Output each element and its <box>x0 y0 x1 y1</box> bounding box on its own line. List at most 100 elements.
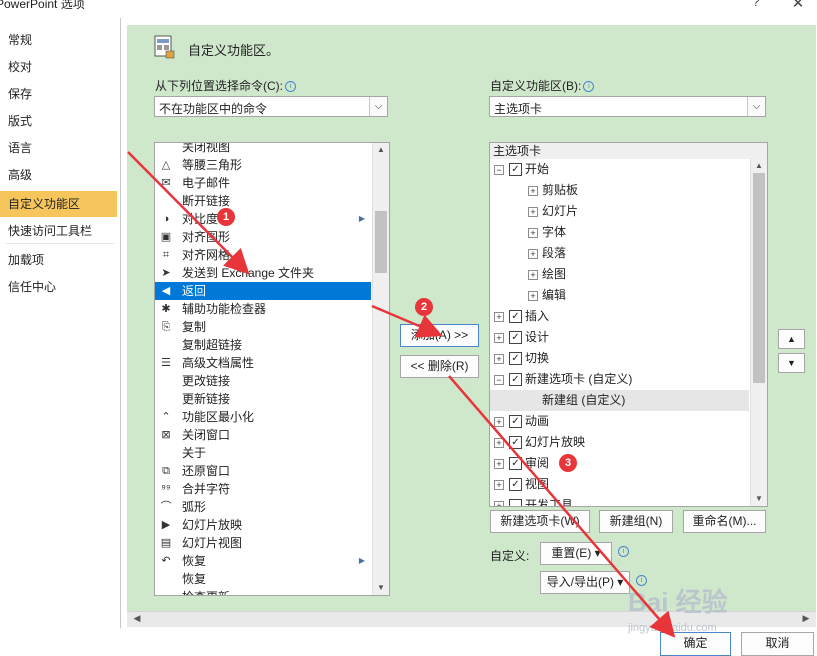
nav-item-trust-center[interactable]: 信任中心 <box>0 274 117 300</box>
command-item[interactable]: ▤ 幻灯片视图 <box>155 534 371 552</box>
commands-list-scrollbar[interactable]: ▲ ▼ <box>372 143 389 595</box>
command-item[interactable]: ◀ 返回 <box>155 282 371 300</box>
add-button[interactable]: 添加(A) >> <box>400 324 479 347</box>
tree-item[interactable]: − ✓ 开始 <box>490 159 749 180</box>
nav-item-proofing[interactable]: 校对 <box>0 54 117 80</box>
command-item[interactable]: ✉ 电子邮件 <box>155 174 371 192</box>
chevron-down-icon[interactable]: ⌵ <box>369 97 387 116</box>
tab-checkbox[interactable] <box>509 499 522 506</box>
ok-button[interactable]: 确定 <box>660 632 731 656</box>
command-item[interactable]: 关闭视图 <box>155 143 371 156</box>
expand-icon[interactable]: + <box>494 501 504 506</box>
scroll-down-icon[interactable]: ▼ <box>751 492 767 506</box>
nav-item-general[interactable]: 常规 <box>0 27 117 53</box>
expand-icon[interactable]: + <box>528 186 538 196</box>
tree-item[interactable]: + 绘图 <box>490 264 749 285</box>
move-down-button[interactable]: ▼ <box>778 353 805 373</box>
command-item[interactable]: 断开链接 <box>155 192 371 210</box>
commands-source-dropdown[interactable]: 不在功能区中的命令 ⌵ <box>154 96 388 117</box>
expand-icon[interactable]: + <box>528 291 538 301</box>
expand-icon[interactable]: + <box>494 333 504 343</box>
scroll-up-icon[interactable]: ▲ <box>751 159 767 173</box>
tree-item[interactable]: + ✓ 切换 <box>490 348 749 369</box>
command-item[interactable]: ➤ 发送到 Exchange 文件夹 <box>155 264 371 282</box>
nav-item-quick-access-toolbar[interactable]: 快速访问工具栏 <box>0 218 117 244</box>
tab-checkbox[interactable]: ✓ <box>509 352 522 365</box>
expand-icon[interactable]: + <box>528 270 538 280</box>
reset-button[interactable]: 重置(E) ▾ <box>540 542 612 565</box>
command-item[interactable]: △ 等腰三角形 <box>155 156 371 174</box>
nav-item-language[interactable]: 语言 <box>0 135 117 161</box>
expand-icon[interactable]: + <box>528 249 538 259</box>
import-export-button[interactable]: 导入/导出(P) ▾ <box>540 571 630 594</box>
scroll-right-icon[interactable]: ▶ <box>800 612 812 625</box>
nav-item-advanced[interactable]: 高级 <box>0 162 117 188</box>
command-item[interactable]: ⌗ 对齐网格 <box>155 246 371 264</box>
expand-icon[interactable]: + <box>528 207 538 217</box>
nav-item-customize-ribbon[interactable]: 自定义功能区 <box>0 191 117 217</box>
tree-item[interactable]: + ✓ 视图 <box>490 474 749 495</box>
collapse-icon[interactable]: − <box>494 165 504 175</box>
command-item[interactable]: ✱ 辅助功能检查器 <box>155 300 371 318</box>
scroll-thumb[interactable] <box>375 211 387 273</box>
command-item[interactable]: ⁹⁹ 合并字符 <box>155 480 371 498</box>
tab-checkbox[interactable]: ✓ <box>509 478 522 491</box>
tree-item[interactable]: − ✓ 新建选项卡 (自定义) <box>490 369 749 390</box>
expand-icon[interactable]: + <box>494 312 504 322</box>
tree-item[interactable]: + ✓ 动画 <box>490 411 749 432</box>
tree-item[interactable]: + ✓ 幻灯片放映 <box>490 432 749 453</box>
expand-icon[interactable]: + <box>494 459 504 469</box>
command-item[interactable]: ⊠ 关闭窗口 <box>155 426 371 444</box>
tree-item[interactable]: + ✓ 设计 <box>490 327 749 348</box>
tree-item[interactable]: + 开发工具 <box>490 495 749 506</box>
tab-checkbox[interactable]: ✓ <box>509 373 522 386</box>
command-item[interactable]: ⧉ 还原窗口 <box>155 462 371 480</box>
ribbon-tree-scrollbar[interactable]: ▲ ▼ <box>750 159 767 506</box>
command-item[interactable]: 恢复 <box>155 570 371 588</box>
tab-checkbox[interactable]: ✓ <box>509 457 522 470</box>
command-item[interactable]: ▣ 对齐图形 <box>155 228 371 246</box>
command-item[interactable]: 更改链接 <box>155 372 371 390</box>
ribbon-tabs-dropdown[interactable]: 主选项卡 ⌵ <box>489 96 766 117</box>
command-item[interactable]: ☰ 高级文档属性 <box>155 354 371 372</box>
tree-item[interactable]: + 编辑 <box>490 285 749 306</box>
cancel-button[interactable]: 取消 <box>741 632 814 656</box>
chevron-down-icon[interactable]: ⌵ <box>747 97 765 116</box>
close-button[interactable]: ✕ <box>786 0 810 12</box>
expand-icon[interactable]: + <box>494 417 504 427</box>
command-item[interactable]: ◑ 对比度 ▶ <box>155 210 371 228</box>
tree-item[interactable]: 新建组 (自定义) <box>490 390 749 411</box>
ribbon-tree[interactable]: 主选项卡 − ✓ 开始 + 剪贴板 + 幻灯片 + 字体 + 段落 + 绘图 + 编辑 + ✓ 插入 + ✓ 设计 + ✓ 切… <box>489 142 768 507</box>
help-button[interactable]: ? <box>746 0 766 12</box>
command-item[interactable]: 关于 <box>155 444 371 462</box>
scroll-down-icon[interactable]: ▼ <box>373 581 389 595</box>
command-item[interactable]: 更新链接 <box>155 390 371 408</box>
expand-icon[interactable]: + <box>494 438 504 448</box>
command-item[interactable]: ▶ 幻灯片放映 <box>155 516 371 534</box>
move-up-button[interactable]: ▲ <box>778 329 805 349</box>
command-item[interactable]: ⎘ 复制 <box>155 318 371 336</box>
tab-checkbox[interactable]: ✓ <box>509 310 522 323</box>
nav-item-add-ins[interactable]: 加载项 <box>0 247 117 273</box>
command-item[interactable]: ↶ 恢复 ▶ <box>155 552 371 570</box>
rename-button[interactable]: 重命名(M)... <box>683 510 766 533</box>
tree-item[interactable]: + 剪贴板 <box>490 180 749 201</box>
scroll-up-icon[interactable]: ▲ <box>373 143 389 157</box>
tab-checkbox[interactable]: ✓ <box>509 163 522 176</box>
remove-button[interactable]: << 删除(R) <box>400 355 479 378</box>
tab-checkbox[interactable]: ✓ <box>509 436 522 449</box>
commands-list[interactable]: 关闭视图 △ 等腰三角形 ✉ 电子邮件 断开链接 ◑ 对比度 ▶ ▣ 对齐图形 ⌗ 对齐网格 ➤ 发送到 E… <box>154 142 390 596</box>
tree-item[interactable]: + ✓ 审阅 <box>490 453 749 474</box>
tab-checkbox[interactable]: ✓ <box>509 331 522 344</box>
expand-icon[interactable]: + <box>494 480 504 490</box>
nav-item-layout[interactable]: 版式 <box>0 108 117 134</box>
new-group-button[interactable]: 新建组(N) <box>599 510 673 533</box>
command-item[interactable]: ⌃ 功能区最小化 <box>155 408 371 426</box>
command-item[interactable]: ⌒ 弧形 <box>155 498 371 516</box>
new-tab-button[interactable]: 新建选项卡(W) <box>490 510 590 533</box>
collapse-icon[interactable]: − <box>494 375 504 385</box>
command-item[interactable]: 检查更新 <box>155 588 371 595</box>
tree-item[interactable]: + 段落 <box>490 243 749 264</box>
tree-item[interactable]: + 幻灯片 <box>490 201 749 222</box>
command-item[interactable]: 复制超链接 <box>155 336 371 354</box>
